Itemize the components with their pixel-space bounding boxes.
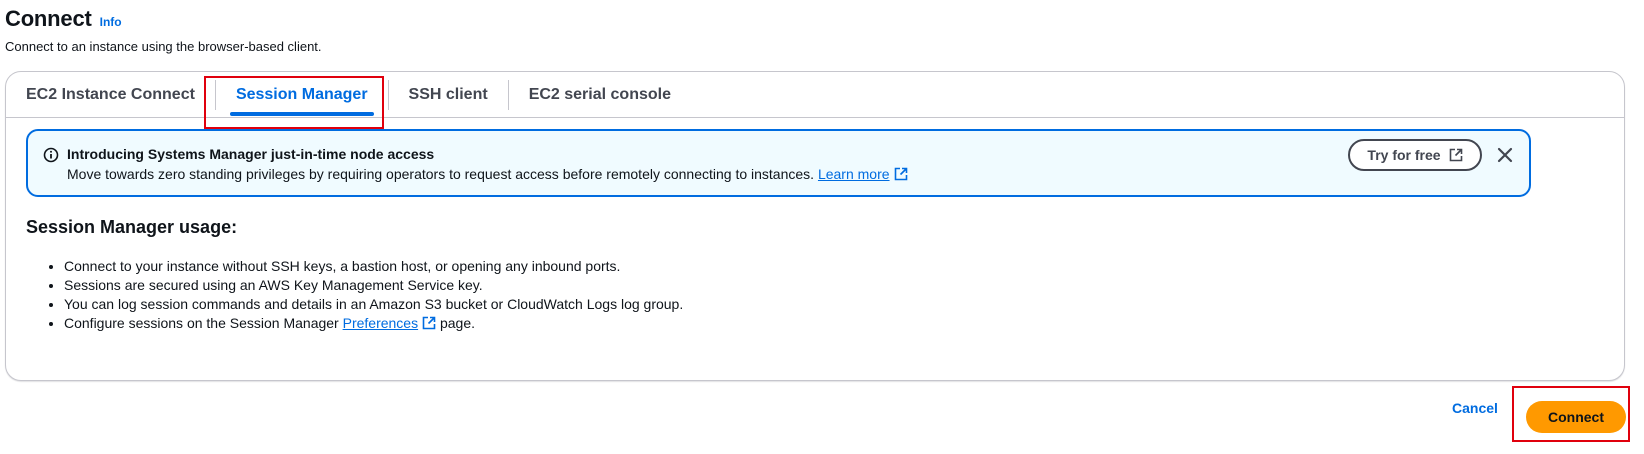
info-flashbar: Introducing Systems Manager just-in-time… bbox=[26, 129, 1531, 197]
flash-title: Introducing Systems Manager just-in-time… bbox=[67, 146, 435, 162]
usage-heading: Session Manager usage: bbox=[26, 217, 238, 237]
learn-more-link[interactable]: Learn more bbox=[818, 166, 908, 182]
external-link-icon bbox=[1449, 148, 1462, 162]
flash-body-text: Move towards zero standing privileges by… bbox=[67, 166, 815, 182]
connect-panel: EC2 Instance Connect Session Manager SSH… bbox=[5, 71, 1625, 381]
learn-more-label: Learn more bbox=[817, 166, 890, 182]
info-link[interactable]: Info bbox=[100, 15, 122, 29]
close-icon[interactable] bbox=[1495, 145, 1515, 165]
cancel-button[interactable]: Cancel bbox=[1452, 400, 1498, 416]
page-header: Connect Info bbox=[5, 6, 122, 32]
connect-page: Connect Info Connect to an instance usin… bbox=[0, 0, 1644, 454]
preferences-link[interactable]: Preferences bbox=[343, 315, 436, 331]
connect-button[interactable]: Connect bbox=[1526, 401, 1626, 433]
list-item-text: Configure sessions on the Session Manage… bbox=[64, 315, 339, 331]
flash-body: Move towards zero standing privileges by… bbox=[67, 166, 908, 182]
list-item: Sessions are secured using an AWS Key Ma… bbox=[64, 276, 683, 295]
usage-list: Connect to your instance without SSH key… bbox=[64, 257, 683, 333]
list-item-text: page. bbox=[439, 315, 476, 331]
preferences-label: Preferences bbox=[342, 315, 419, 331]
connect-tabs: EC2 Instance Connect Session Manager SSH… bbox=[6, 72, 1624, 118]
external-link-icon bbox=[894, 167, 907, 181]
info-circle-icon bbox=[43, 147, 59, 163]
active-tab-indicator bbox=[229, 111, 374, 116]
list-item: Configure sessions on the Session Manage… bbox=[64, 314, 683, 333]
tab-session-manager[interactable]: Session Manager bbox=[216, 72, 388, 118]
try-for-free-label: Try for free bbox=[1367, 147, 1441, 163]
page-title: Connect bbox=[5, 6, 92, 31]
page-subtitle: Connect to an instance using the browser… bbox=[5, 39, 322, 54]
try-for-free-button[interactable]: Try for free bbox=[1348, 139, 1482, 171]
tab-ec2-instance-connect[interactable]: EC2 Instance Connect bbox=[6, 72, 215, 118]
list-item: You can log session commands and details… bbox=[64, 295, 683, 314]
tab-label: EC2 Instance Connect bbox=[26, 85, 195, 103]
tab-label: EC2 serial console bbox=[528, 85, 671, 103]
list-item: Connect to your instance without SSH key… bbox=[64, 257, 683, 276]
tab-ssh-client[interactable]: SSH client bbox=[389, 72, 508, 118]
external-link-icon bbox=[422, 316, 436, 330]
tab-label: SSH client bbox=[408, 85, 488, 103]
tab-ec2-serial-console[interactable]: EC2 serial console bbox=[509, 72, 691, 118]
tab-label: Session Manager bbox=[235, 85, 368, 103]
